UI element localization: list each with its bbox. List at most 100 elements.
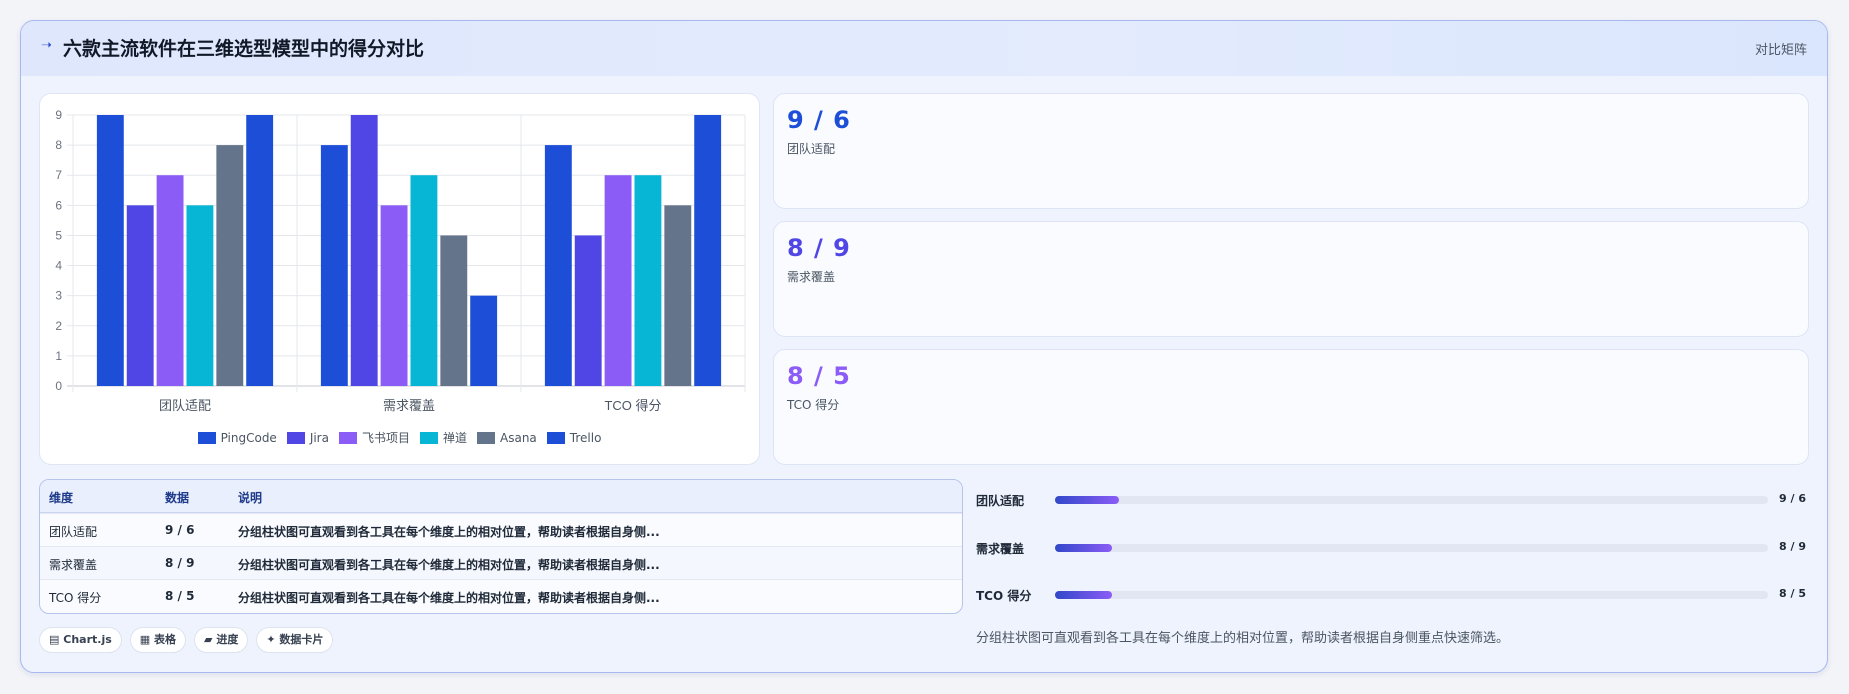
legend-swatch	[546, 432, 565, 444]
stat-value: 9 / 6	[787, 106, 851, 134]
progress-fill	[1055, 544, 1113, 552]
y-tick-label: 4	[55, 259, 62, 273]
y-tick-label: 3	[55, 289, 62, 303]
comparison-panel: ➝ 六款主流软件在三维选型模型中的得分对比 对比矩阵 0 1 2 3 4 5 6 7 8 9 团队适…	[20, 20, 1828, 673]
chip-label: 进度	[216, 633, 239, 646]
table-cell: 分组柱状图可直观看到各工具在每个维度上的相对位置，帮助读者根据自身侧...	[238, 558, 660, 572]
x-tick-label: 团队适配	[159, 398, 211, 413]
legend-label: Asana	[500, 431, 537, 445]
table-cell: 需求覆盖	[49, 558, 98, 572]
table-cell: 9 / 6	[165, 523, 195, 537]
bar	[96, 115, 124, 386]
legend-label: Trello	[569, 431, 602, 445]
chart-icon: ➝	[41, 38, 52, 53]
legend-item[interactable]: 飞书项目	[338, 429, 410, 446]
legend-item[interactable]: Asana	[477, 431, 537, 445]
x-tick-label: TCO 得分	[604, 398, 661, 413]
bar	[574, 235, 602, 386]
legend-label: Jira	[309, 431, 329, 445]
progress-value: 8 / 5	[1779, 587, 1806, 600]
legend-swatch	[420, 432, 438, 444]
legend-item[interactable]: Jira	[286, 431, 329, 445]
panel-title: 六款主流软件在三维选型模型中的得分对比	[63, 38, 425, 60]
stat-value: 8 / 5	[787, 362, 851, 390]
stat-card-team-fit: 9 / 6 团队适配	[773, 93, 1809, 209]
progress-icon: ▰	[204, 633, 213, 646]
panel-header: ➝ 六款主流软件在三维选型模型中的得分对比 对比矩阵	[21, 21, 1827, 76]
matrix-label: 对比矩阵	[1754, 43, 1807, 58]
bar	[126, 205, 154, 386]
bar	[410, 175, 438, 386]
stat-card-coverage: 8 / 9 需求覆盖	[773, 221, 1809, 337]
bar	[544, 145, 572, 386]
chip-label: 表格	[154, 633, 177, 646]
progress-row: 需求覆盖 8 / 9	[976, 538, 1809, 558]
bar	[440, 235, 468, 386]
column-header: 维度	[49, 491, 74, 505]
progress-label: 需求覆盖	[976, 542, 1025, 556]
bar	[634, 175, 662, 386]
bar	[350, 115, 378, 386]
progress-value: 9 / 6	[1779, 492, 1806, 505]
legend-swatch	[197, 432, 216, 444]
progress-label: TCO 得分	[976, 589, 1032, 603]
table-cell: 8 / 5	[165, 589, 195, 603]
chip-progress[interactable]: ▰ 进度	[194, 627, 249, 653]
legend-swatch	[338, 432, 357, 444]
legend-label: PingCode	[220, 431, 277, 445]
legend-item[interactable]: Trello	[546, 431, 602, 445]
table-icon: ▦	[139, 633, 151, 646]
chip-chartjs[interactable]: ▤ Chart.js	[39, 627, 122, 653]
bar	[156, 175, 184, 386]
table-row: 需求覆盖 8 / 9 分组柱状图可直观看到各工具在每个维度上的相对位置，帮助读者…	[40, 546, 962, 579]
progress-label: 团队适配	[976, 494, 1025, 508]
legend-swatch	[477, 432, 496, 444]
legend-label: 禅道	[443, 431, 468, 445]
table-cell: 团队适配	[49, 525, 98, 539]
x-tick-label: 需求覆盖	[383, 398, 435, 413]
table-cell: 分组柱状图可直观看到各工具在每个维度上的相对位置，帮助读者根据自身侧...	[238, 525, 660, 539]
chart-legend: PingCode Jira 飞书项目 禅道 Asana Trello	[40, 429, 759, 446]
summary-text: 分组柱状图可直观看到各工具在每个维度上的相对位置，帮助读者根据自身侧重点快速筛选…	[976, 631, 1510, 646]
progress-row: 团队适配 9 / 6	[976, 490, 1809, 510]
bar	[186, 205, 214, 386]
chart-icon: ▤	[49, 633, 60, 646]
table-cell: 分组柱状图可直观看到各工具在每个维度上的相对位置，帮助读者根据自身侧...	[238, 591, 660, 605]
grouped-bar-chart: 0 1 2 3 4 5 6 7 8 9 团队适配 需求覆盖 TCO 得分	[55, 108, 746, 413]
y-tick-label: 0	[55, 379, 62, 393]
bar-chart-card: 0 1 2 3 4 5 6 7 8 9 团队适配 需求覆盖 TCO 得分 PingCode Jira 飞书项…	[39, 93, 760, 465]
chip-label: Chart.js	[63, 633, 112, 646]
y-tick-label: 5	[55, 228, 62, 242]
stat-card-tco: 8 / 5 TCO 得分	[773, 349, 1809, 465]
y-tick-label: 8	[55, 138, 62, 152]
y-tick-label: 7	[55, 168, 62, 182]
progress-value: 8 / 9	[1779, 540, 1806, 553]
progress-fill	[1055, 496, 1120, 504]
chip-data-cards[interactable]: ✦ 数据卡片	[256, 627, 334, 653]
stat-label: 需求覆盖	[787, 270, 836, 284]
y-tick-label: 6	[55, 198, 62, 212]
table-cell: TCO 得分	[49, 591, 102, 605]
bar	[320, 145, 348, 386]
sparkle-icon: ✦	[266, 633, 276, 646]
progress-track	[1055, 544, 1768, 552]
progress-track	[1055, 591, 1768, 599]
column-header: 说明	[238, 491, 263, 505]
legend-item[interactable]: 禅道	[420, 429, 467, 446]
table-row: 团队适配 9 / 6 分组柱状图可直观看到各工具在每个维度上的相对位置，帮助读者…	[40, 513, 962, 546]
legend-item[interactable]: PingCode	[197, 431, 277, 445]
progress-row: TCO 得分 8 / 5	[976, 585, 1809, 605]
bar	[694, 115, 722, 386]
y-tick-label: 9	[55, 108, 62, 122]
legend-swatch	[286, 432, 305, 444]
legend-label: 飞书项目	[361, 431, 410, 445]
y-tick-label: 1	[55, 349, 62, 363]
chip-table[interactable]: ▦ 表格	[129, 627, 187, 653]
stat-value: 8 / 9	[787, 234, 851, 262]
bar	[380, 205, 408, 386]
bar	[604, 175, 632, 386]
bar	[216, 145, 244, 386]
table-cell: 8 / 9	[165, 556, 195, 570]
stat-label: TCO 得分	[787, 398, 840, 412]
data-table: 维度 数据 说明 团队适配 9 / 6 分组柱状图可直观看到各工具在每个维度上的…	[39, 479, 963, 614]
